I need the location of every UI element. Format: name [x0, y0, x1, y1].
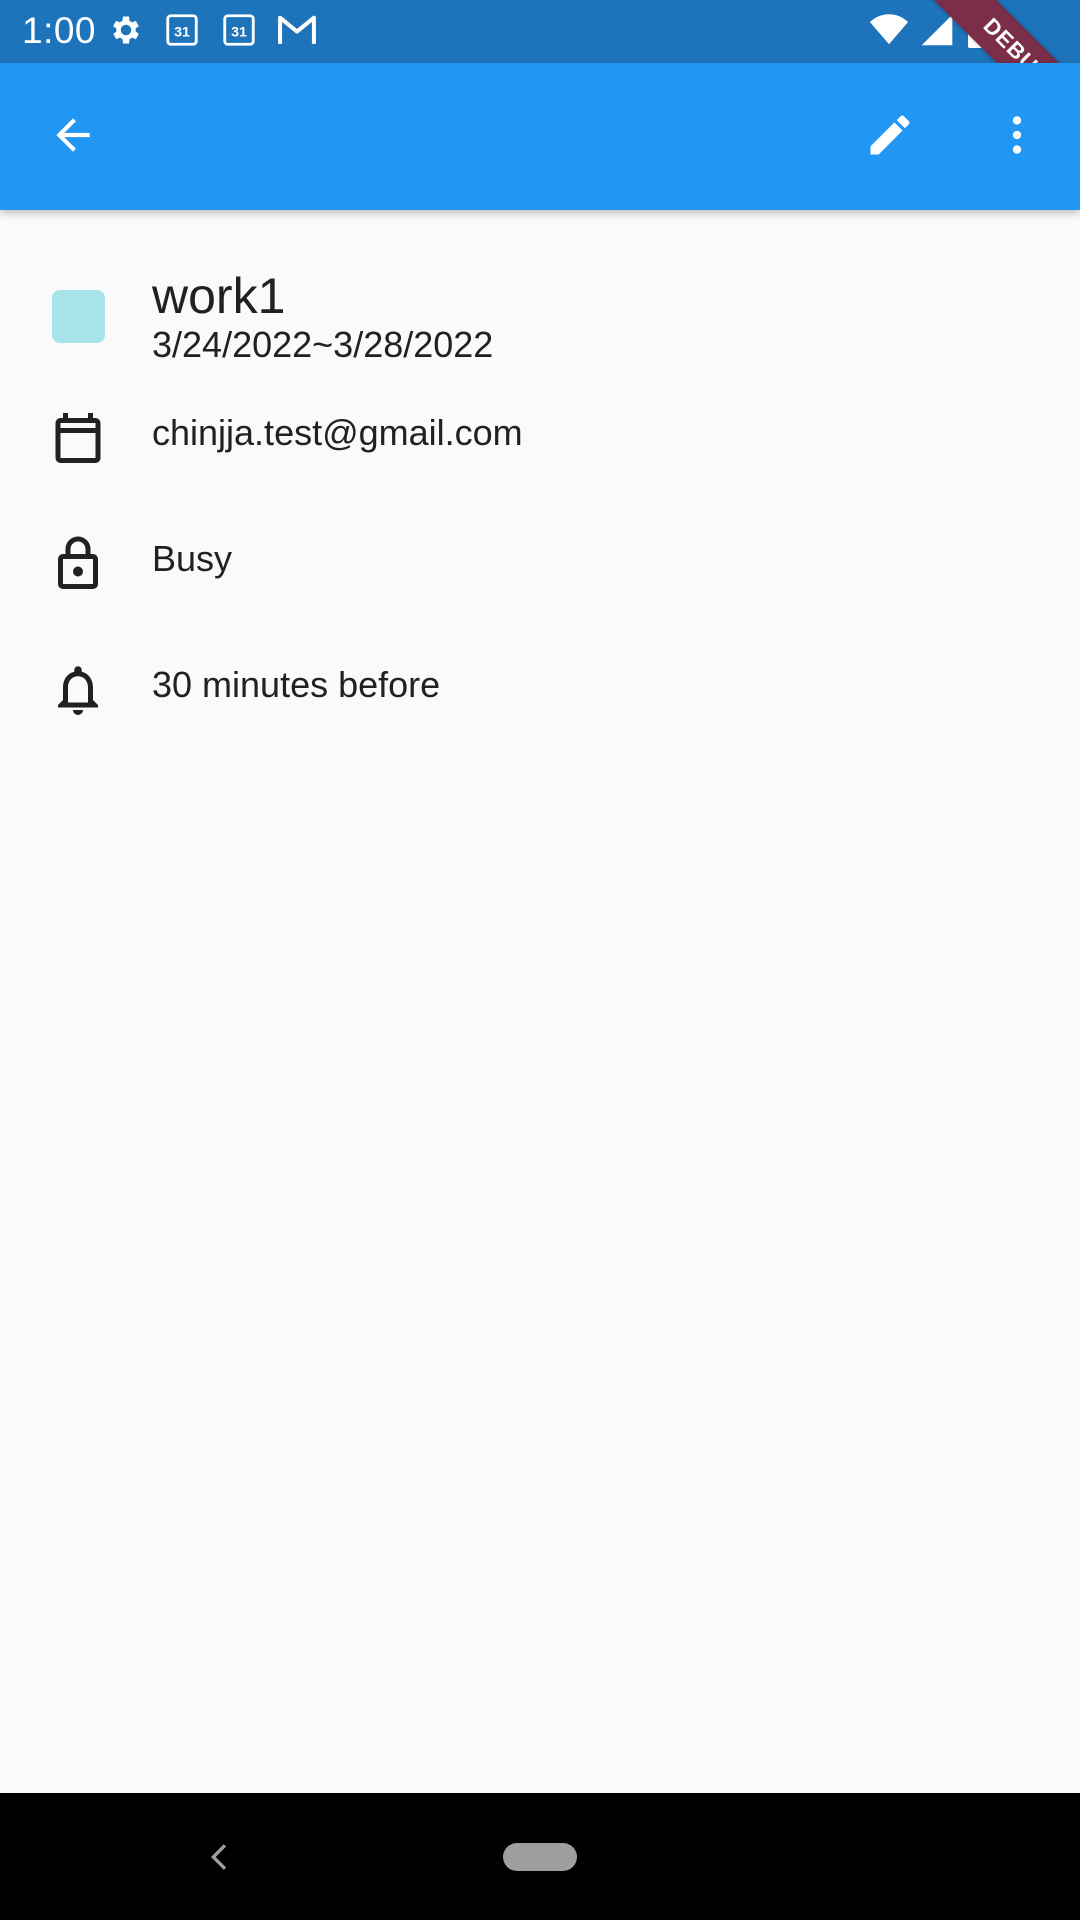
edit-icon — [864, 109, 916, 166]
more-options-button[interactable] — [975, 95, 1059, 179]
event-dates: 3/24/2022~3/28/2022 — [152, 324, 494, 365]
event-color-swatch — [52, 290, 105, 343]
calendar-31-icon: 31 — [163, 11, 201, 54]
availability-row: Busy — [0, 518, 1080, 598]
availability-label: Busy — [152, 538, 233, 579]
calendar-31-icon: 31 — [220, 11, 258, 54]
reminder-row: 30 minutes before — [0, 644, 1080, 724]
reminder-label: 30 minutes before — [152, 664, 441, 705]
svg-text:31: 31 — [174, 24, 190, 40]
status-bar: 1:00 31 31 DEBUG — [0, 0, 1080, 149]
lock-icon — [48, 534, 108, 594]
account-label: chinjja.test@gmail.com — [152, 412, 523, 453]
more-vert-icon — [992, 110, 1042, 165]
back-button[interactable] — [31, 95, 115, 179]
gmail-icon — [277, 12, 317, 53]
nav-home-pill[interactable] — [503, 1843, 577, 1871]
bell-icon — [48, 660, 108, 720]
svg-text:31: 31 — [231, 24, 247, 40]
signal-icon — [920, 13, 954, 52]
settings-icon — [108, 12, 144, 53]
system-nav-bar — [0, 1793, 1080, 1920]
edit-button[interactable] — [848, 95, 932, 179]
status-notification-icons: 31 31 — [108, 13, 317, 51]
arrow-back-icon — [48, 110, 98, 165]
app-bar — [0, 63, 1080, 210]
status-time: 1:00 — [22, 10, 97, 51]
nav-back-icon[interactable] — [200, 1837, 240, 1877]
account-row: chinjja.test@gmail.com — [0, 392, 1080, 472]
wifi-icon — [870, 13, 908, 51]
event-title: work1 — [152, 268, 286, 324]
event-header: work1 3/24/2022~3/28/2022 — [0, 238, 1080, 365]
calendar-icon — [48, 408, 108, 468]
